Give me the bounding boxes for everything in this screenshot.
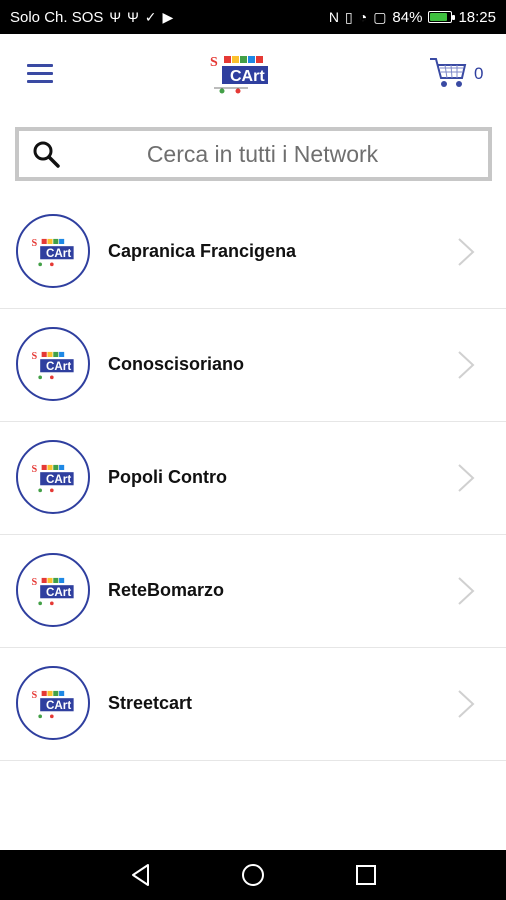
usb-debug-icon: Ψ: [127, 9, 139, 25]
chevron-right-icon: [458, 577, 475, 605]
svg-text:S: S: [31, 464, 37, 475]
svg-text:S: S: [31, 351, 37, 362]
network-avatar: S CArt: [16, 666, 90, 740]
system-nav-bar: [0, 850, 506, 900]
usb-icon: Ψ: [109, 9, 122, 25]
smart-cart-logo-icon: S CArt: [31, 464, 74, 493]
svg-text:CArt: CArt: [230, 68, 265, 85]
chevron-right-icon: [458, 238, 475, 266]
network-row-streetcart[interactable]: S CArt Streetcart: [0, 648, 506, 761]
battery-fill: [430, 13, 448, 21]
back-triangle-icon[interactable]: [128, 862, 154, 888]
network-row-conoscisoriano[interactable]: S CArt Conoscisoriano: [0, 309, 506, 422]
chevron-right-icon: [458, 351, 475, 379]
hamburger-icon[interactable]: [27, 64, 53, 84]
network-label: Conoscisoriano: [108, 354, 245, 374]
svg-text:CArt: CArt: [46, 473, 71, 486]
network-row-capranica-francigena[interactable]: S CArt Capranica Francigena: [0, 196, 506, 309]
network-avatar: S CArt: [16, 553, 90, 627]
svg-text:S: S: [31, 690, 37, 701]
download-done-icon: ✓: [144, 9, 157, 25]
status-bar-left: Solo Ch. SOS Ψ Ψ ✓ ▶: [10, 9, 173, 26]
svg-text:CArt: CArt: [46, 699, 71, 712]
vibrate-icon: ▯: [345, 9, 353, 25]
clock: 18:25: [458, 8, 496, 26]
network-label: ReteBomarzo: [108, 580, 225, 600]
network-avatar: S CArt: [16, 440, 90, 514]
cart-button[interactable]: [428, 56, 468, 90]
status-bar-right: N ▯ ◔ ▢ 84% 18:25: [329, 9, 496, 26]
svg-text:S: S: [31, 577, 37, 588]
network-row-popoli-contro[interactable]: S CArt Popoli Contro: [0, 422, 506, 535]
nfc-icon: N: [328, 9, 339, 25]
battery-icon: [428, 11, 456, 23]
smart-cart-logo-icon: S CArt: [31, 238, 74, 267]
app-logo: S CArt: [208, 52, 274, 96]
cart-count: 0: [474, 64, 484, 83]
wifi-icon: ◔: [358, 9, 368, 25]
svg-text:CArt: CArt: [46, 360, 71, 373]
svg-text:S: S: [31, 238, 37, 249]
search-box: [15, 127, 492, 181]
network-avatar: S CArt: [16, 214, 90, 288]
smart-cart-logo-icon: S CArt: [31, 690, 74, 719]
smart-cart-logo-icon: S CArt: [31, 577, 74, 606]
chevron-right-icon: [458, 464, 475, 492]
search-input[interactable]: [61, 140, 464, 168]
chevron-right-icon: [458, 690, 475, 718]
svg-text:CArt: CArt: [46, 247, 71, 260]
network-label: Popoli Contro: [108, 467, 227, 487]
youtube-icon: ▶: [162, 9, 174, 25]
network-row-retebomarzo[interactable]: S CArt ReteBomarzo: [0, 535, 506, 648]
smart-cart-logo-icon: S CArt: [31, 351, 74, 380]
network-label: Streetcart: [108, 693, 193, 713]
status-bar: Solo Ch. SOS Ψ Ψ ✓ ▶ N ▯ ◔ ▢ 84% 18:25: [0, 0, 506, 34]
network-label: Capranica Francigena: [108, 241, 297, 261]
cart-icon: [430, 58, 467, 87]
network-avatar: S CArt: [16, 327, 90, 401]
search-icon: [33, 141, 60, 168]
svg-text:S: S: [210, 55, 218, 70]
battery-percent: 84%: [392, 8, 423, 26]
smart-cart-logo-icon: S CArt: [210, 55, 268, 94]
svg-text:CArt: CArt: [46, 586, 71, 599]
recent-square-icon[interactable]: [353, 862, 379, 888]
home-circle-icon[interactable]: [240, 862, 266, 888]
carrier-label: Solo Ch. SOS: [10, 8, 104, 26]
app-bar: S CArt 0: [0, 34, 506, 114]
sim-icon: ▢: [373, 9, 387, 25]
network-list: S CArt Capranica Francigena S CArt Conos…: [0, 196, 506, 761]
